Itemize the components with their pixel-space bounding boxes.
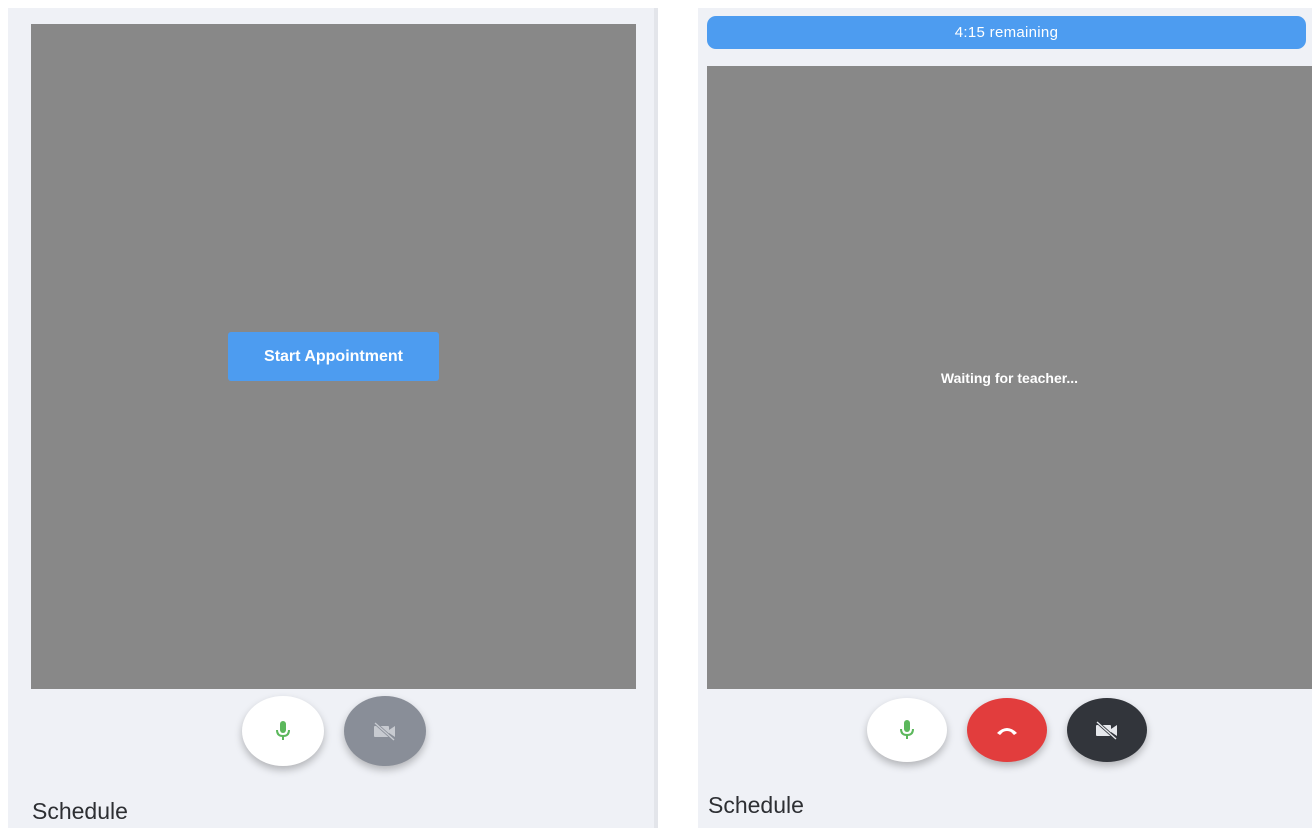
video-off-icon bbox=[1095, 720, 1118, 740]
camera-button[interactable] bbox=[1067, 698, 1147, 762]
call-controls bbox=[867, 698, 1147, 762]
mic-icon bbox=[900, 720, 914, 739]
mic-button[interactable] bbox=[867, 698, 947, 762]
waiting-message: Waiting for teacher... bbox=[940, 369, 1079, 386]
right-panel: 4:15 remaining Waiting for teacher... Sc… bbox=[698, 8, 1312, 828]
panel-divider bbox=[654, 8, 658, 828]
time-remaining-bar: 4:15 remaining bbox=[707, 16, 1306, 49]
left-panel: Start Appointment Schedule bbox=[8, 8, 654, 828]
video-area: Waiting for teacher... bbox=[707, 66, 1312, 689]
video-off-icon bbox=[373, 721, 396, 741]
video-area: Start Appointment bbox=[31, 24, 636, 689]
mic-icon bbox=[276, 721, 290, 740]
camera-button[interactable] bbox=[344, 696, 426, 766]
hang-up-button[interactable] bbox=[967, 698, 1047, 762]
time-remaining-text: 4:15 remaining bbox=[954, 24, 1059, 41]
schedule-heading: Schedule bbox=[708, 792, 804, 818]
mic-button[interactable] bbox=[242, 696, 324, 766]
call-controls bbox=[242, 696, 426, 766]
schedule-heading: Schedule bbox=[32, 798, 128, 824]
start-appointment-button[interactable]: Start Appointment bbox=[228, 332, 439, 381]
phone-hangup-icon bbox=[997, 728, 1017, 735]
